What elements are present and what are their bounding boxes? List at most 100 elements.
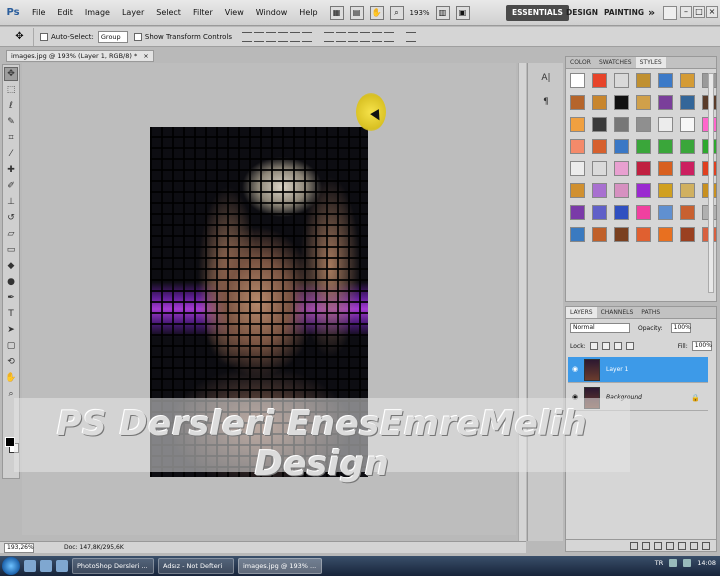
- menu-select[interactable]: Select: [150, 0, 187, 26]
- paragraph-panel-icon[interactable]: ¶: [536, 93, 556, 111]
- tab-paths[interactable]: PATHS: [637, 307, 664, 318]
- marquee-tool-icon[interactable]: ⬚: [4, 83, 18, 97]
- tab-swatches[interactable]: SWATCHES: [595, 57, 636, 68]
- quick-launch-folder-icon[interactable]: [40, 560, 52, 572]
- character-panel-icon[interactable]: A|: [536, 69, 556, 87]
- style-swatch[interactable]: [680, 139, 695, 154]
- style-swatch[interactable]: [658, 161, 673, 176]
- eyedropper-tool-icon[interactable]: ⁄: [4, 147, 18, 161]
- style-swatch[interactable]: [614, 227, 629, 242]
- workspace-more[interactable]: »: [642, 5, 661, 21]
- lock-position-icon[interactable]: [613, 342, 622, 350]
- new-group-icon[interactable]: [678, 541, 686, 550]
- lock-all-icon[interactable]: [625, 342, 634, 350]
- style-swatch[interactable]: [636, 117, 651, 132]
- path-select-tool-icon[interactable]: ➤: [4, 323, 18, 337]
- crop-tool-icon[interactable]: ⌗: [4, 131, 18, 145]
- align-right-icon[interactable]: [301, 31, 312, 42]
- new-layer-icon[interactable]: [690, 541, 698, 550]
- language-indicator[interactable]: TR: [655, 559, 664, 567]
- zoom-level[interactable]: 193%: [410, 9, 430, 17]
- style-swatch[interactable]: [592, 117, 607, 132]
- tab-color[interactable]: COLOR: [566, 57, 595, 68]
- style-swatch[interactable]: [658, 227, 673, 242]
- style-swatch[interactable]: [658, 117, 673, 132]
- align-left-icon[interactable]: [277, 31, 288, 42]
- style-swatch[interactable]: [680, 73, 695, 88]
- style-swatch[interactable]: [680, 95, 695, 110]
- style-swatch[interactable]: [658, 95, 673, 110]
- style-swatch[interactable]: [570, 117, 585, 132]
- menu-help[interactable]: Help: [293, 0, 323, 26]
- style-swatch[interactable]: [658, 205, 673, 220]
- style-swatch[interactable]: [592, 183, 607, 198]
- lock-transparency-icon[interactable]: [589, 342, 598, 350]
- lock-pixels-icon[interactable]: [601, 342, 610, 350]
- align-bottom-icon[interactable]: [265, 31, 276, 42]
- fill-field[interactable]: 100%: [691, 341, 712, 351]
- blend-mode-dropdown[interactable]: Normal: [570, 323, 630, 333]
- style-swatch[interactable]: [658, 73, 673, 88]
- zoom-view-icon[interactable]: ⌕: [389, 5, 404, 20]
- volume-icon[interactable]: [683, 559, 692, 567]
- clone-stamp-tool-icon[interactable]: ⊥: [4, 195, 18, 209]
- menu-file[interactable]: File: [26, 0, 51, 26]
- style-swatch[interactable]: [592, 227, 607, 242]
- menu-image[interactable]: Image: [79, 0, 116, 26]
- type-tool-icon[interactable]: T: [4, 307, 18, 321]
- hand-view-icon[interactable]: ✋: [369, 5, 384, 20]
- move-tool-icon[interactable]: ✥: [4, 67, 18, 81]
- style-swatch[interactable]: [636, 139, 651, 154]
- restore-button[interactable]: □: [693, 6, 705, 18]
- layer-row-layer-1[interactable]: ◉ Layer 1: [568, 357, 708, 383]
- style-swatch[interactable]: [636, 227, 651, 242]
- move-tool-preset-icon[interactable]: ✥: [6, 27, 34, 46]
- style-swatch[interactable]: [658, 183, 673, 198]
- blur-tool-icon[interactable]: ◆: [4, 259, 18, 273]
- gradient-tool-icon[interactable]: ▭: [4, 243, 18, 257]
- style-swatch[interactable]: [680, 183, 695, 198]
- link-layers-icon[interactable]: [630, 541, 638, 550]
- distribute-vcenter-icon[interactable]: [335, 31, 346, 42]
- menu-edit[interactable]: Edit: [51, 0, 79, 26]
- align-hcenter-icon[interactable]: [289, 31, 300, 42]
- network-icon[interactable]: [669, 559, 678, 567]
- show-transform-checkbox[interactable]: [133, 32, 142, 41]
- style-swatch[interactable]: [570, 139, 585, 154]
- style-swatch[interactable]: [614, 139, 629, 154]
- opacity-field[interactable]: 100%: [670, 323, 691, 333]
- taskbar-button-notepad[interactable]: Adsız - Not Defteri: [158, 558, 234, 574]
- menu-filter[interactable]: Filter: [187, 0, 219, 26]
- healing-brush-tool-icon[interactable]: ✚: [4, 163, 18, 177]
- style-swatch[interactable]: [614, 95, 629, 110]
- layer-style-icon[interactable]: [642, 541, 650, 550]
- style-swatch[interactable]: [614, 183, 629, 198]
- style-swatch[interactable]: [614, 73, 629, 88]
- delete-layer-icon[interactable]: [702, 541, 710, 550]
- distribute-left-icon[interactable]: [359, 31, 370, 42]
- taskbar-button-browser[interactable]: PhotoShop Dersleri ...: [72, 558, 154, 574]
- menu-view[interactable]: View: [219, 0, 250, 26]
- style-swatch[interactable]: [592, 73, 607, 88]
- document-tab-close-icon[interactable]: ×: [143, 51, 148, 61]
- align-top-icon[interactable]: [241, 31, 252, 42]
- style-swatch[interactable]: [592, 95, 607, 110]
- distribute-bottom-icon[interactable]: [347, 31, 358, 42]
- style-swatch[interactable]: [570, 161, 585, 176]
- menu-layer[interactable]: Layer: [116, 0, 150, 26]
- style-swatch[interactable]: [570, 95, 585, 110]
- status-zoom-field[interactable]: 193,26%: [4, 542, 34, 553]
- arrange-documents-icon[interactable]: ▥: [435, 5, 450, 20]
- adjustment-layer-icon[interactable]: [666, 541, 674, 550]
- style-swatch[interactable]: [658, 139, 673, 154]
- 3d-rotate-tool-icon[interactable]: ⟲: [4, 355, 18, 369]
- style-swatch[interactable]: [614, 205, 629, 220]
- distribute-right-icon[interactable]: [383, 31, 394, 42]
- clock[interactable]: 14:08: [697, 559, 716, 567]
- eraser-tool-icon[interactable]: ▱: [4, 227, 18, 241]
- lasso-tool-icon[interactable]: ℓ: [4, 99, 18, 113]
- document-tab[interactable]: images.jpg @ 193% (Layer 1, RGB/8) * ×: [6, 50, 154, 62]
- start-button[interactable]: [2, 557, 20, 575]
- quick-launch-media-icon[interactable]: [56, 560, 68, 572]
- quick-select-tool-icon[interactable]: ✎: [4, 115, 18, 129]
